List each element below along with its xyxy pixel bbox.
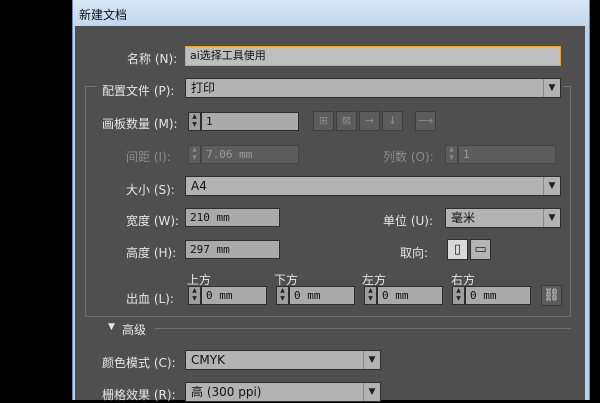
height-label: 高度 (H): [126, 246, 177, 260]
units-select-value: 毫米 [451, 211, 476, 225]
bleed-left-input[interactable]: 0 mm [377, 286, 443, 305]
size-select-value: A4 [191, 179, 207, 193]
units-select[interactable]: 毫米 ▼ [445, 208, 561, 228]
arrange-by-column-icon[interactable]: ↓ [382, 111, 403, 131]
bleed-bottom-input[interactable]: 0 mm [289, 286, 355, 305]
grid-by-column-icon[interactable]: ⊠ [336, 111, 357, 131]
link-icon[interactable]: ⛓ [541, 285, 562, 306]
spacing-stepper[interactable]: ▲ ▼ [188, 145, 201, 164]
profile-select[interactable]: 打印 ▼ [185, 78, 561, 98]
size-select[interactable]: A4 ▼ [185, 176, 561, 196]
arrange-by-row-icon[interactable]: → [359, 111, 380, 131]
profile-group-bottom-line [85, 316, 571, 317]
triangle-down-icon[interactable]: ▼ [108, 322, 115, 332]
spacing-label: 间距 (I): [126, 150, 171, 164]
orientation-label: 取向: [400, 246, 429, 260]
columns-label: 列数 (O): [383, 150, 434, 164]
artboards-stepper[interactable]: ▲ ▼ [188, 112, 201, 131]
columns-stepper[interactable]: ▲ ▼ [445, 145, 458, 164]
color-mode-label: 颜色模式 (C): [102, 356, 176, 370]
new-document-window: 新建文档 名称 (N): ai选择工具使用 配置文件 (P): 打印 ▼ 画板数… [72, 0, 590, 402]
raster-select-value: 高 (300 ppi) [191, 385, 262, 399]
profile-select-value: 打印 [191, 81, 216, 95]
new-document-dialog: 名称 (N): ai选择工具使用 配置文件 (P): 打印 ▼ 画板数量 (M)… [75, 26, 585, 402]
columns-input[interactable]: 1 [458, 145, 556, 164]
name-input[interactable]: ai选择工具使用 [185, 46, 561, 66]
name-label: 名称 (N): [127, 52, 178, 66]
chevron-down-icon[interactable]: ▼ [363, 351, 380, 369]
advanced-separator [155, 328, 571, 329]
spacing-input[interactable]: 7.06 mm [201, 145, 299, 164]
chevron-down-icon[interactable]: ▼ [363, 383, 380, 401]
width-label: 宽度 (W): [126, 214, 180, 228]
right-to-left-icon[interactable]: ⟶ [415, 111, 436, 131]
bleed-right-input[interactable]: 0 mm [465, 286, 531, 305]
width-input[interactable]: 210 mm [185, 208, 280, 227]
portrait-icon[interactable]: ▯ [447, 239, 468, 260]
bleed-top-stepper[interactable]: ▲ ▼ [188, 286, 201, 305]
bleed-bottom-stepper[interactable]: ▲ ▼ [276, 286, 289, 305]
color-mode-select[interactable]: CMYK ▼ [185, 350, 381, 370]
units-label: 单位 (U): [383, 214, 434, 228]
bleed-top-input[interactable]: 0 mm [201, 286, 267, 305]
title-bar: 新建文档 [73, 0, 589, 26]
profile-group-border-right [570, 86, 571, 316]
height-input[interactable]: 297 mm [185, 240, 280, 259]
size-label: 大小 (S): [126, 183, 175, 197]
profile-label: 配置文件 (P): [102, 84, 175, 98]
bleed-right-stepper[interactable]: ▲ ▼ [452, 286, 465, 305]
raster-label: 栅格效果 (R): [102, 388, 176, 402]
chevron-down-icon[interactable]: ▼ [543, 209, 560, 227]
grid-by-row-icon[interactable]: ⊞ [313, 111, 334, 131]
chevron-down-icon[interactable]: ▼ [543, 79, 560, 97]
bleed-label: 出血 (L): [126, 292, 174, 306]
artboards-input[interactable]: 1 [201, 112, 299, 131]
profile-group-border-left [85, 86, 86, 316]
artboards-label: 画板数量 (M): [102, 117, 178, 131]
chevron-down-icon[interactable]: ▼ [543, 177, 560, 195]
raster-select[interactable]: 高 (300 ppi) ▼ [185, 382, 381, 402]
bleed-left-stepper[interactable]: ▲ ▼ [364, 286, 377, 305]
window-title: 新建文档 [79, 8, 128, 22]
advanced-label[interactable]: 高级 [122, 321, 146, 338]
landscape-icon[interactable]: ▭ [470, 239, 491, 260]
profile-group-line-left [85, 86, 97, 87]
color-mode-select-value: CMYK [191, 353, 225, 367]
